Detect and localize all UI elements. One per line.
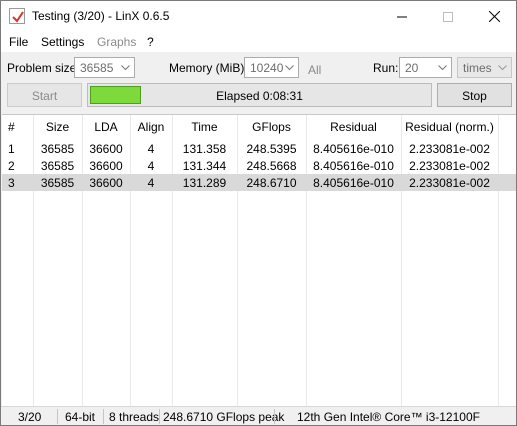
problem-size-select[interactable]: 36585 xyxy=(74,57,135,78)
cell-gflops: 248.5668 xyxy=(246,159,297,173)
elapsed-time: Elapsed 0:08:31 xyxy=(216,89,303,103)
status-divider xyxy=(274,409,275,424)
cell-align: 4 xyxy=(147,176,155,190)
status-divider xyxy=(103,409,104,424)
cell-align: 4 xyxy=(147,159,155,173)
status-divider xyxy=(159,409,160,424)
status-threads: 8 threads xyxy=(109,410,160,424)
memory-select[interactable]: 10240 xyxy=(244,57,299,78)
cell-residual-norm: 2.233081e-002 xyxy=(409,142,490,156)
cell-gflops: 248.6710 xyxy=(246,176,297,190)
chevron-down-icon xyxy=(121,65,130,71)
cell-gflops: 248.5395 xyxy=(246,142,297,156)
run-label: Run: xyxy=(373,61,399,75)
chevron-down-icon xyxy=(438,65,447,71)
menu-file[interactable]: File xyxy=(9,35,28,49)
cell-lda: 36600 xyxy=(89,159,123,173)
column-header[interactable]: # xyxy=(8,120,15,134)
cell-time: 131.289 xyxy=(182,176,227,190)
title-bar[interactable]: Testing (3/20) - LinX 0.6.5 xyxy=(1,1,516,32)
cell-index: 3 xyxy=(8,176,15,190)
table-row-selected[interactable]: 3 36585 36600 4 131.289 248.6710 8.40561… xyxy=(2,174,516,191)
status-divider xyxy=(57,409,58,424)
stop-button[interactable]: Stop xyxy=(437,83,512,107)
elapsed-progress-bar: Elapsed 0:08:31 xyxy=(87,83,432,107)
menu-bar: File Settings Graphs ? xyxy=(1,32,516,52)
linx-app-icon xyxy=(9,8,25,24)
cell-lda: 36600 xyxy=(89,176,123,190)
close-icon xyxy=(488,11,500,22)
memory-label: Memory (MiB): xyxy=(169,61,248,75)
column-header[interactable]: Residual (norm.) xyxy=(401,120,498,134)
cell-time: 131.358 xyxy=(182,142,227,156)
column-header[interactable]: Residual xyxy=(306,120,401,134)
status-cpu: 12th Gen Intel® Core™ i3-12100F xyxy=(297,410,480,424)
cell-size: 36585 xyxy=(40,176,75,190)
cell-residual: 8.405616e-010 xyxy=(313,142,394,156)
cell-align: 4 xyxy=(147,142,155,156)
table-row[interactable]: 1 36585 36600 4 131.358 248.5395 8.40561… xyxy=(2,140,516,157)
cell-residual: 8.405616e-010 xyxy=(313,159,394,173)
cell-index: 2 xyxy=(8,159,15,173)
column-header[interactable]: Align xyxy=(130,120,172,134)
cell-lda: 36600 xyxy=(89,142,123,156)
window-title: Testing (3/20) - LinX 0.6.5 xyxy=(32,9,170,23)
problem-size-label: Problem size: xyxy=(7,61,80,75)
run-unit-value: times xyxy=(463,61,492,75)
status-bar: 3/20 64-bit 8 threads 248.6710 GFlops pe… xyxy=(1,406,516,425)
column-header[interactable]: LDA xyxy=(82,120,130,134)
linx-window: Testing (3/20) - LinX 0.6.5 File Setting… xyxy=(0,0,517,426)
cell-residual-norm: 2.233081e-002 xyxy=(409,176,490,190)
cell-index: 1 xyxy=(8,142,15,156)
chevron-down-icon xyxy=(285,65,294,71)
run-count-select[interactable]: 20 xyxy=(399,57,452,78)
cell-size: 36585 xyxy=(40,159,75,173)
status-peak: 248.6710 GFlops peak xyxy=(163,410,285,424)
cell-time: 131.344 xyxy=(182,159,227,173)
memory-value: 10240 xyxy=(250,61,284,75)
minimize-button[interactable] xyxy=(379,1,425,32)
run-unit-select[interactable]: times xyxy=(457,57,512,78)
results-table[interactable]: # Size LDA Align Time GFlops Residual Re… xyxy=(2,114,516,406)
all-memory-button[interactable]: All xyxy=(308,63,321,77)
problem-size-value: 36585 xyxy=(80,61,114,75)
column-header[interactable]: Time xyxy=(172,120,237,134)
menu-settings[interactable]: Settings xyxy=(41,35,84,49)
start-button[interactable]: Start xyxy=(7,83,82,107)
cell-residual: 8.405616e-010 xyxy=(313,176,394,190)
table-header: # Size LDA Align Time GFlops Residual Re… xyxy=(2,115,516,139)
table-row[interactable]: 2 36585 36600 4 131.344 248.5668 8.40561… xyxy=(2,157,516,174)
column-header[interactable]: GFlops xyxy=(237,120,306,134)
column-header[interactable]: Size xyxy=(33,120,82,134)
cell-size: 36585 xyxy=(40,142,75,156)
menu-help[interactable]: ? xyxy=(147,35,154,49)
maximize-icon xyxy=(443,11,453,22)
minimize-icon xyxy=(397,16,407,17)
status-progress: 3/20 xyxy=(18,410,42,424)
status-bits: 64-bit xyxy=(65,410,96,424)
maximize-button[interactable] xyxy=(425,1,471,32)
run-count-value: 20 xyxy=(405,61,419,75)
cell-residual-norm: 2.233081e-002 xyxy=(409,159,490,173)
close-button[interactable] xyxy=(471,1,517,32)
chevron-down-icon xyxy=(498,65,507,71)
menu-graphs[interactable]: Graphs xyxy=(97,35,136,49)
